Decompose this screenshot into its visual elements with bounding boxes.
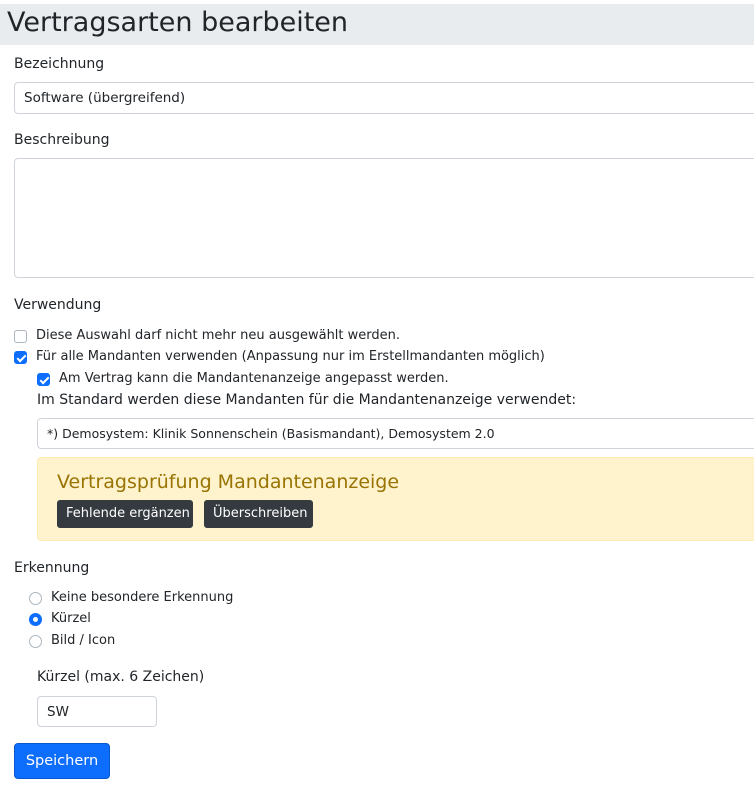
overwrite-button[interactable]: Überschreiben (204, 500, 313, 528)
recognition-none-label: Keine besondere Erkennung (51, 590, 234, 605)
name-input[interactable] (14, 82, 754, 114)
usage-option-all-clients[interactable]: Für alle Mandanten verwenden (Anpassung … (14, 349, 614, 367)
not-selectable-label: Diese Auswahl darf nicht mehr neu ausgew… (36, 328, 401, 343)
recognition-abbreviation-label: Kürzel (51, 611, 91, 626)
client-check-panel: Vertragsprüfung Mandantenanzeige Fehlend… (37, 457, 754, 541)
recognition-option-icon[interactable]: Bild / Icon (29, 633, 329, 651)
recognition-option-abbreviation[interactable]: Kürzel (29, 611, 329, 629)
usage-option-not-selectable[interactable]: Diese Auswahl darf nicht mehr neu ausgew… (14, 328, 614, 346)
usage-option-client-display[interactable]: Am Vertrag kann die Mandantenanzeige ang… (37, 371, 637, 389)
fill-missing-button[interactable]: Fehlende ergänzen (57, 500, 193, 528)
save-button[interactable]: Speichern (14, 743, 110, 779)
recognition-option-none[interactable]: Keine besondere Erkennung (29, 590, 329, 608)
default-clients-input[interactable] (37, 418, 754, 449)
client-check-title: Vertragsprüfung Mandantenanzeige (57, 471, 400, 493)
recognition-abbreviation-radio[interactable] (29, 613, 42, 626)
recognition-icon-label: Bild / Icon (51, 633, 116, 648)
abbreviation-label: Kürzel (max. 6 Zeichen) (37, 669, 205, 685)
client-display-checkbox[interactable] (37, 373, 50, 386)
description-label: Beschreibung (14, 132, 110, 148)
default-clients-label: Im Standard werden diese Mandanten für d… (37, 392, 577, 408)
recognition-icon-radio[interactable] (29, 635, 42, 648)
page-header: Vertragsarten bearbeiten (0, 4, 754, 45)
abbreviation-input[interactable] (37, 696, 157, 727)
recognition-label: Erkennung (14, 560, 90, 576)
client-display-label: Am Vertrag kann die Mandantenanzeige ang… (59, 371, 449, 386)
name-label: Bezeichnung (14, 56, 105, 72)
description-textarea[interactable] (14, 158, 754, 278)
usage-label: Verwendung (14, 297, 102, 313)
recognition-none-radio[interactable] (29, 592, 42, 605)
all-clients-label: Für alle Mandanten verwenden (Anpassung … (36, 349, 545, 364)
all-clients-checkbox[interactable] (14, 351, 27, 364)
page-title: Vertragsarten bearbeiten (7, 7, 349, 38)
not-selectable-checkbox[interactable] (14, 330, 27, 343)
